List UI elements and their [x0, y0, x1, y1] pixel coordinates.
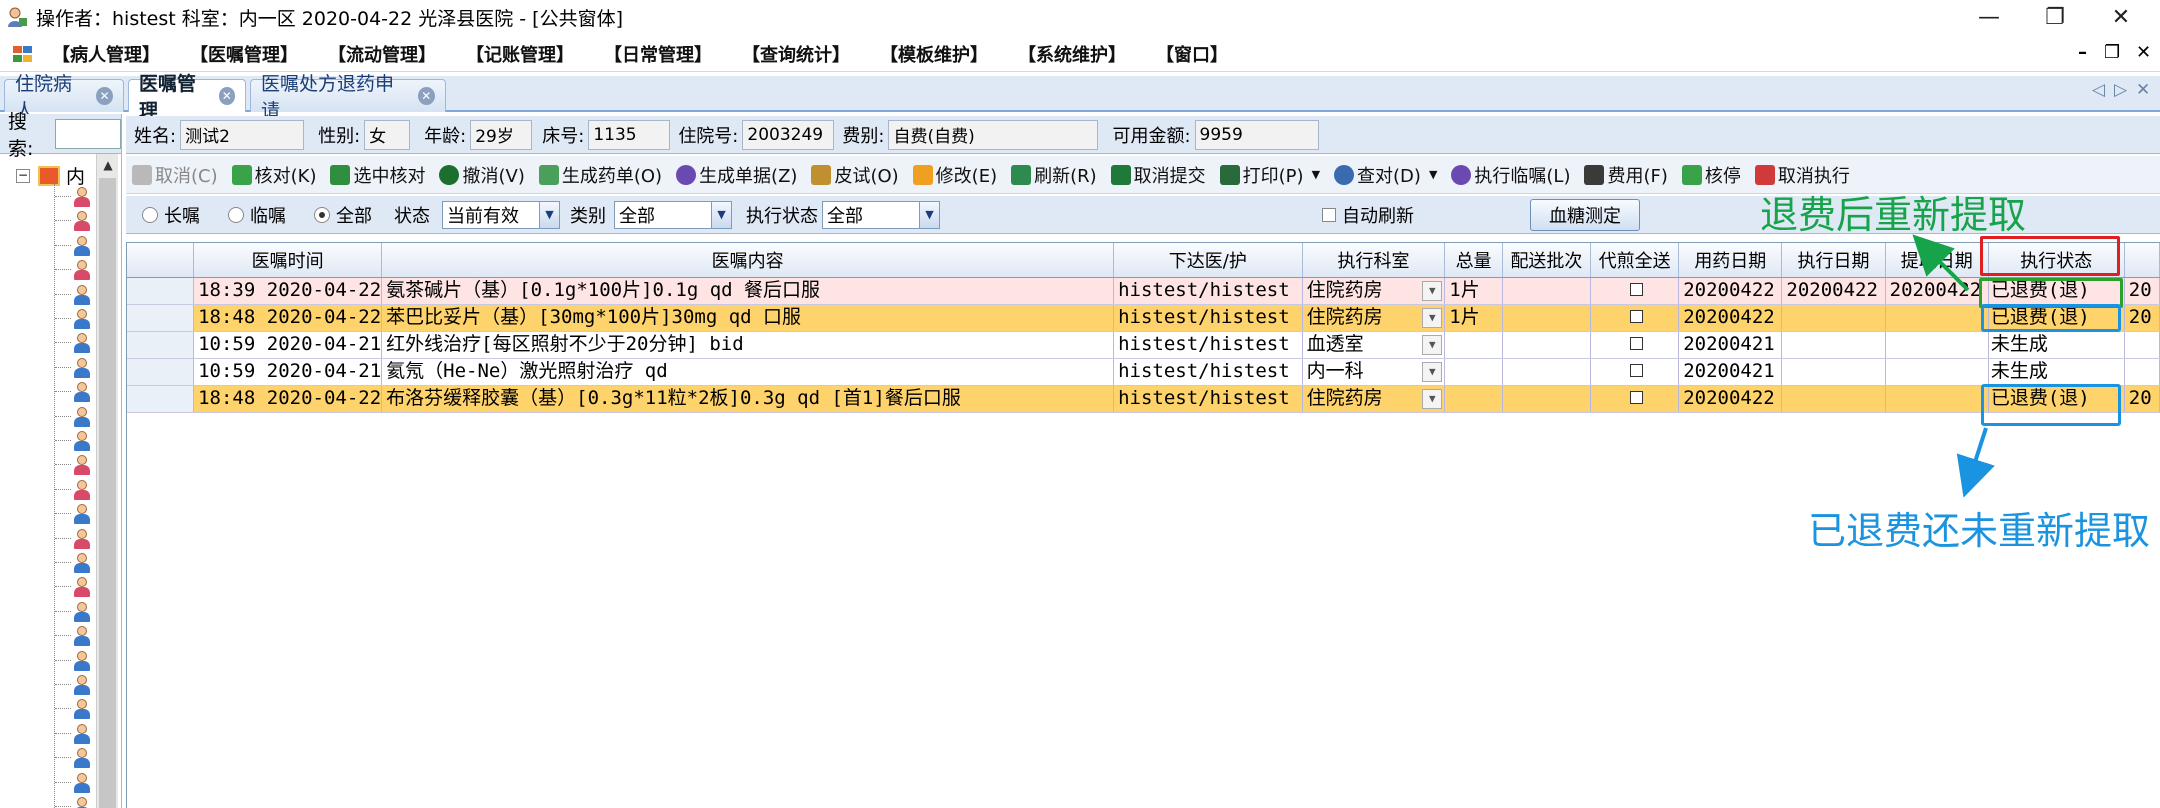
green-arrow — [1912, 234, 1970, 292]
annotation-blue-text: 已退费还未重新提取 — [1808, 509, 2151, 553]
annotation-green-text: 退费后重新提取 — [1760, 193, 2027, 237]
annotation-arrows — [1912, 234, 1995, 498]
blue-arrow — [1956, 427, 1995, 498]
